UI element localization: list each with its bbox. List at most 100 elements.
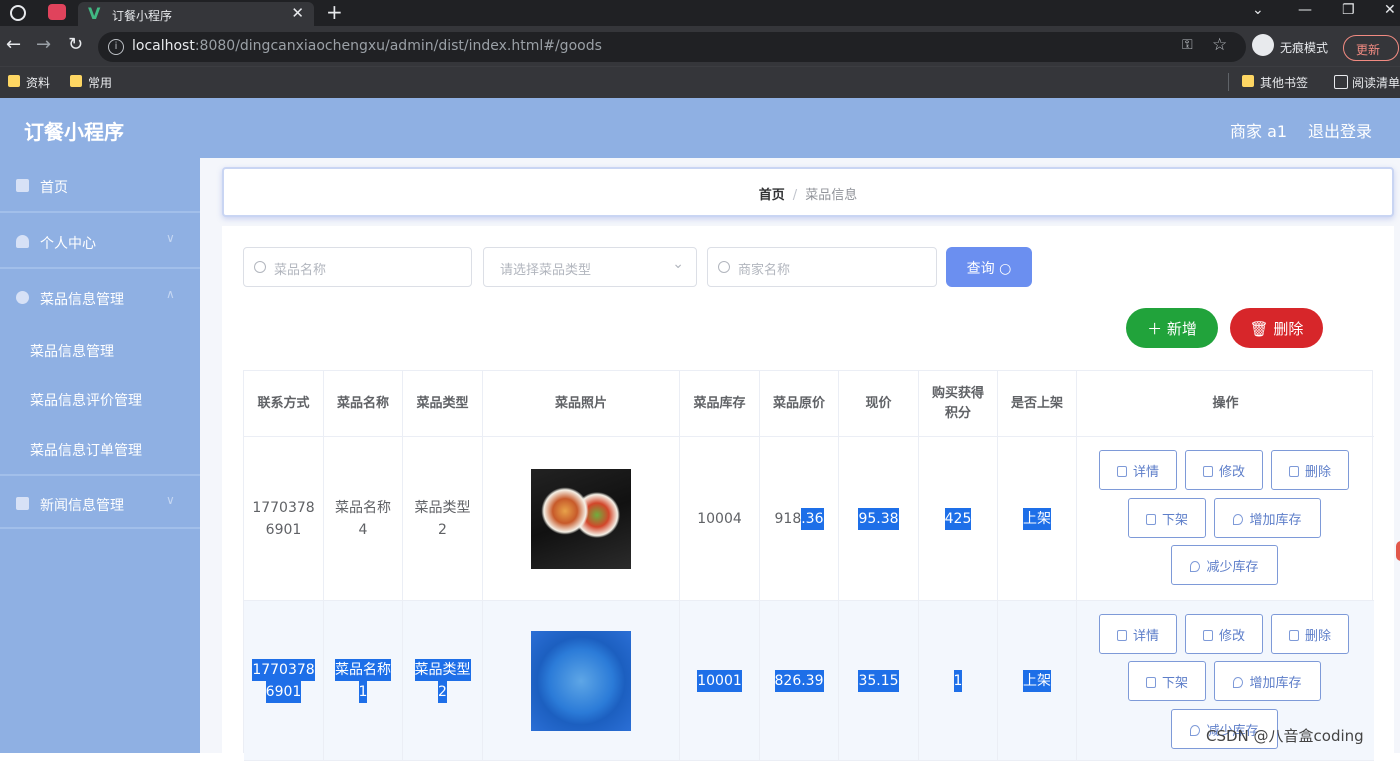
plus-icon: ＋ xyxy=(1147,320,1163,338)
column-header: 菜品名称 xyxy=(324,371,403,437)
merchant-name-search-input[interactable]: 商家名称 xyxy=(707,247,937,287)
query-button[interactable]: 查询 ○ xyxy=(946,247,1032,287)
take-down-button[interactable]: 下架 xyxy=(1128,498,1206,538)
reload-icon[interactable]: ↻ xyxy=(68,35,83,55)
sidebar-subitem-dish-review[interactable]: 菜品信息评价管理 xyxy=(30,390,142,410)
extension-tab-icon[interactable] xyxy=(48,4,66,20)
cell-stock: 10004 xyxy=(680,437,760,600)
column-header: 联系方式 xyxy=(244,371,324,437)
cell-dish-name: 菜品名称 4 xyxy=(324,437,403,600)
cell-on-shelf: 上架 xyxy=(998,601,1077,760)
breadcrumb: 首页 / 菜品信息 xyxy=(222,167,1394,217)
header-line: 购买获得 xyxy=(931,385,984,401)
column-header: 菜品类型 xyxy=(403,371,483,437)
op-label: 增加库存 xyxy=(1249,676,1302,691)
cell-points: 1 xyxy=(919,601,998,760)
op-label: 详情 xyxy=(1132,465,1159,480)
close-window-button[interactable]: ✕ xyxy=(1384,2,1396,18)
site-info-icon[interactable]: i xyxy=(108,39,124,55)
current-user: 商家 a1 xyxy=(1230,122,1288,141)
dish-name-placeholder: 菜品名称 xyxy=(274,263,327,278)
forward-arrow-icon[interactable]: → xyxy=(36,35,51,55)
sidebar-subitem-dish-orders[interactable]: 菜品信息订单管理 xyxy=(30,440,142,460)
column-header: 菜品照片 xyxy=(483,371,680,437)
cell-original-price: 918.36 xyxy=(760,437,839,600)
cell-text-selected: 1770378 xyxy=(252,658,315,681)
breadcrumb-home[interactable]: 首页 xyxy=(759,188,785,203)
cell-text: 918 xyxy=(774,510,802,527)
location-icon xyxy=(1190,725,1201,736)
sidebar: 首页 个人中心 ∨ 菜品信息管理 ∧ 菜品信息管理 菜品信息评价管理 菜品信息订… xyxy=(0,158,200,753)
detail-button[interactable]: 详情 xyxy=(1099,450,1177,490)
trash-icon xyxy=(1288,466,1299,477)
cell-phone: 1770378 6901 xyxy=(244,601,324,760)
cell-points: 425 xyxy=(919,437,998,600)
sidebar-item-news-management[interactable]: 新闻信息管理 ∨ xyxy=(0,474,200,529)
bookmark-folder-other[interactable]: 其他书签 xyxy=(1242,74,1308,91)
cell-text: 菜品类型 xyxy=(414,499,471,516)
tab-search-icon[interactable]: ⌄ xyxy=(1252,2,1264,18)
delete-row-button[interactable]: 删除 xyxy=(1271,614,1349,654)
edit-button[interactable]: 修改 xyxy=(1185,450,1263,490)
dish-name-search-input[interactable]: 菜品名称 xyxy=(243,247,472,287)
sidebar-item-home[interactable]: 首页 xyxy=(0,158,200,213)
batch-delete-button[interactable]: 🗑 删除 xyxy=(1230,308,1323,348)
cell-text-selected: 6901 xyxy=(265,680,302,703)
take-down-button[interactable]: 下架 xyxy=(1128,661,1206,701)
increase-stock-button[interactable]: 增加库存 xyxy=(1214,661,1321,701)
url-text: localhost:8080/dingcanxiaochengxu/admin/… xyxy=(132,38,602,54)
detail-button[interactable]: 详情 xyxy=(1099,614,1177,654)
table-row: 1770378 6901 菜品名称 4 菜品类型 2 10004 918.36 95.… xyxy=(244,437,1374,601)
cell-text-selected: 上架 xyxy=(1023,507,1051,530)
dish-photo[interactable] xyxy=(531,468,631,569)
scroll-indicator[interactable] xyxy=(1396,541,1400,561)
sidebar-item-personal-center[interactable]: 个人中心 ∨ xyxy=(0,214,200,269)
content-panel: 菜品名称 请选择菜品类型 ⌄ 商家名称 查询 ○ ＋ 新增 🗑 删除 联系方式 … xyxy=(222,226,1394,761)
vue-logo-icon: V xyxy=(88,4,101,23)
header-line: 积分 xyxy=(944,405,971,421)
bookmark-star-icon[interactable]: ☆ xyxy=(1212,35,1227,55)
op-label: 下架 xyxy=(1161,676,1188,691)
add-button[interactable]: ＋ 新增 xyxy=(1126,308,1218,348)
app-header: 订餐小程序 商家 a1 退出登录 xyxy=(0,98,1400,158)
chevron-down-icon: ⌄ xyxy=(672,256,684,272)
sidebar-subitem-dish-info[interactable]: 菜品信息管理 xyxy=(30,341,114,361)
bookmark-folder-changyong[interactable]: 常用 xyxy=(70,74,112,91)
decrease-stock-button[interactable]: 减少库存 xyxy=(1171,545,1278,585)
edit-button[interactable]: 修改 xyxy=(1185,614,1263,654)
sidebar-item-label: 首页 xyxy=(40,180,68,196)
dish-type-select[interactable]: 请选择菜品类型 ⌄ xyxy=(483,247,697,287)
document-icon xyxy=(1116,630,1127,641)
dish-photo[interactable] xyxy=(531,630,631,731)
url-input[interactable]: i localhost:8080/dingcanxiaochengxu/admi… xyxy=(98,32,1246,62)
op-label: 减少库存 xyxy=(1206,560,1259,575)
sidebar-item-dish-management[interactable]: 菜品信息管理 ∧ xyxy=(0,270,200,325)
document-icon xyxy=(1116,466,1127,477)
key-icon[interactable]: ⚿ xyxy=(1182,37,1193,53)
minimize-button[interactable]: — xyxy=(1298,2,1312,18)
breadcrumb-current: 菜品信息 xyxy=(805,188,858,203)
cell-current-price: 95.38 xyxy=(839,437,919,600)
column-header: 操作 xyxy=(1077,371,1374,437)
reading-list-button[interactable]: 阅读清单 xyxy=(1334,74,1400,91)
edit-icon xyxy=(1202,466,1213,477)
globe-icon[interactable] xyxy=(10,5,26,21)
tab-close-icon[interactable]: ✕ xyxy=(291,4,304,22)
column-header: 现价 xyxy=(839,371,919,437)
search-icon xyxy=(718,261,730,273)
bookmarks-bar: 资料 常用 其他书签 阅读清单 xyxy=(0,66,1400,98)
back-arrow-icon[interactable]: ← xyxy=(6,35,21,55)
update-button[interactable]: 更新 xyxy=(1343,35,1399,61)
op-label: 删除 xyxy=(1304,465,1331,480)
search-icon xyxy=(254,261,266,273)
url-path: :8080/dingcanxiaochengxu/admin/dist/inde… xyxy=(194,38,602,54)
bookmark-folder-ziliao[interactable]: 资料 xyxy=(8,74,50,91)
increase-stock-button[interactable]: 增加库存 xyxy=(1214,498,1321,538)
logout-button[interactable]: 退出登录 xyxy=(1308,118,1372,142)
delete-row-button[interactable]: 删除 xyxy=(1271,450,1349,490)
restore-button[interactable]: ❐ xyxy=(1342,2,1355,18)
op-label: 修改 xyxy=(1218,465,1245,480)
browser-tab[interactable]: V 订餐小程序 ✕ xyxy=(78,2,314,26)
new-tab-button[interactable]: + xyxy=(326,0,343,24)
incognito-icon[interactable] xyxy=(1252,34,1274,56)
